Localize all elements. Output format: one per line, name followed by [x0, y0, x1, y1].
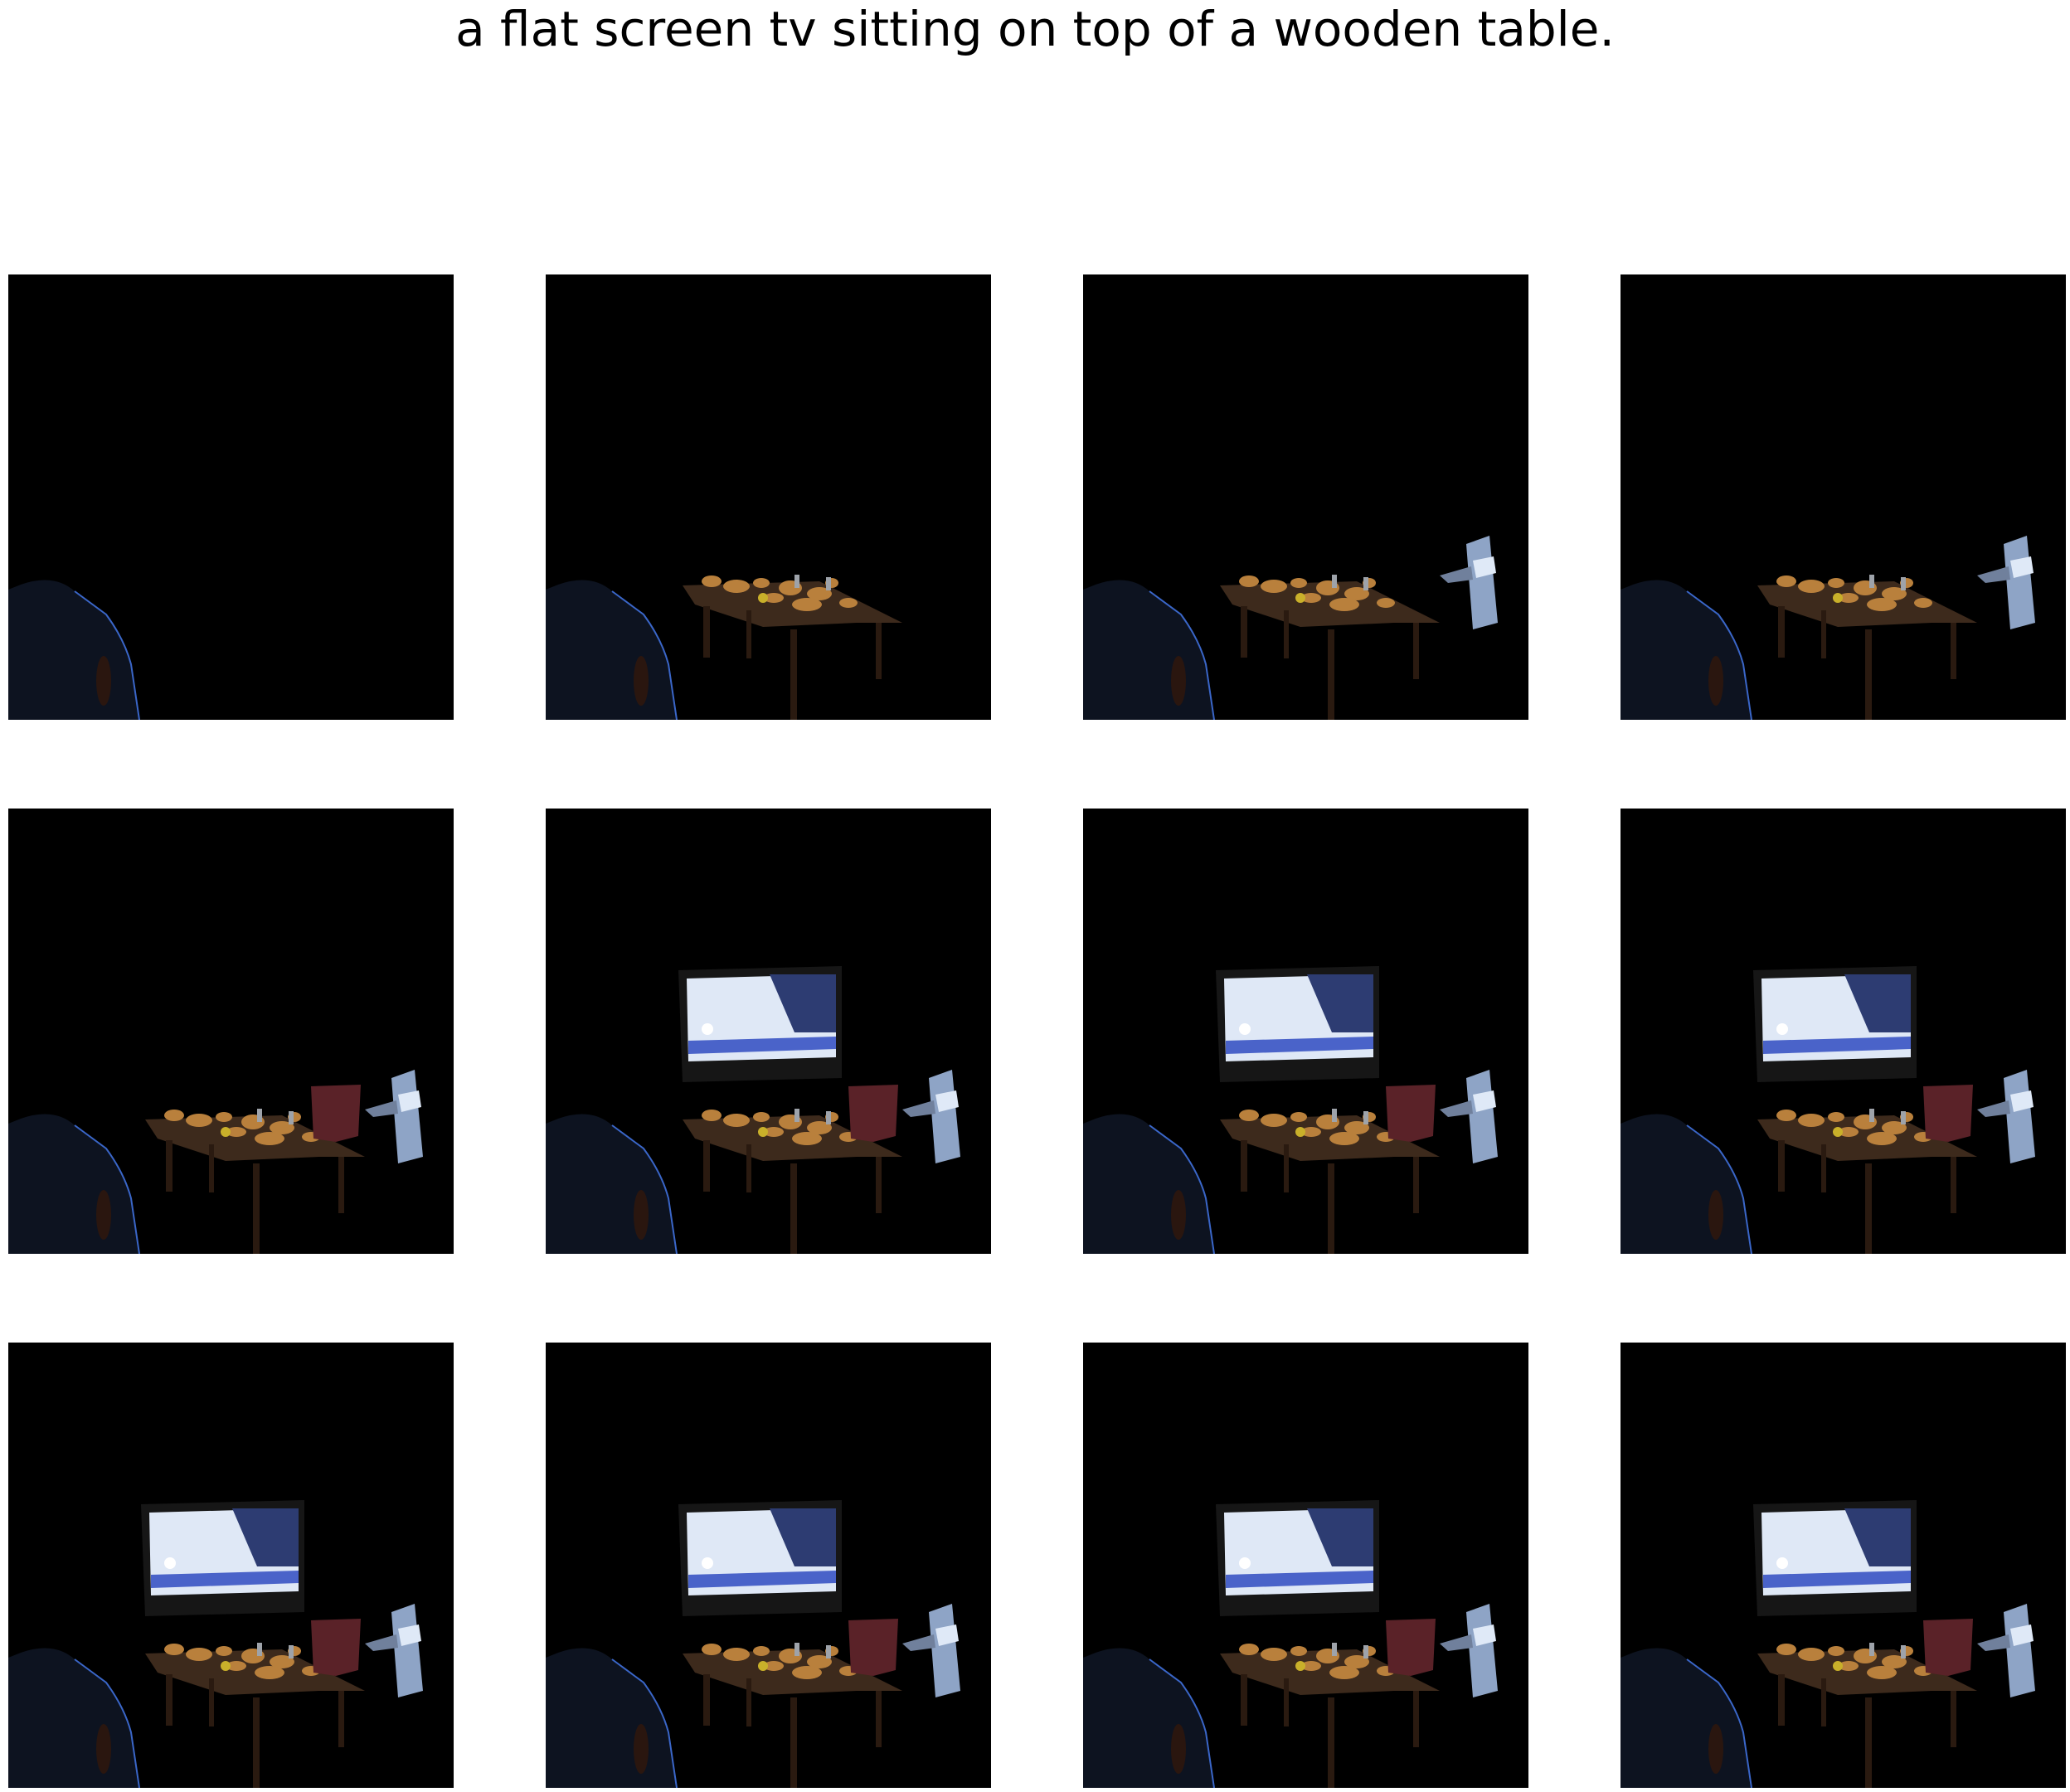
frame-image: [546, 1343, 991, 1788]
frame-image: [546, 274, 991, 720]
frame-image: [1621, 809, 2066, 1254]
frame-grid: [0, 0, 2070, 1792]
frame-image: [1621, 274, 2066, 720]
frame-2: [546, 274, 991, 720]
red-chair-shape: [311, 1085, 361, 1142]
frame-7: [1083, 809, 1528, 1254]
tv-shape: [1216, 966, 1379, 1082]
frame-1: [8, 274, 454, 720]
red-chair-shape: [1386, 1085, 1436, 1142]
red-chair-shape: [1923, 1085, 1973, 1142]
frame-8: [1621, 809, 2066, 1254]
tv-shape: [678, 1500, 842, 1616]
frame-image: [546, 809, 991, 1254]
frame-12: [1621, 1343, 2066, 1788]
red-chair-shape: [311, 1619, 361, 1676]
frame-image: [8, 1343, 454, 1788]
frame-image: [8, 809, 454, 1254]
tv-shape: [1753, 966, 1917, 1082]
frame-11: [1083, 1343, 1528, 1788]
red-chair-shape: [1923, 1619, 1973, 1676]
frame-image: [1083, 274, 1528, 720]
frame-6: [546, 809, 991, 1254]
frame-image: [1621, 1343, 2066, 1788]
frame-5: [8, 809, 454, 1254]
tv-shape: [678, 966, 842, 1082]
tv-shape: [1753, 1500, 1917, 1616]
frame-9: [8, 1343, 454, 1788]
frame-4: [1621, 274, 2066, 720]
tv-shape: [1216, 1500, 1379, 1616]
frame-10: [546, 1343, 991, 1788]
frame-image: [8, 274, 454, 720]
red-chair-shape: [848, 1619, 898, 1676]
frame-3: [1083, 274, 1528, 720]
tv-shape: [141, 1500, 304, 1616]
red-chair-shape: [848, 1085, 898, 1142]
frame-image: [1083, 1343, 1528, 1788]
frame-image: [1083, 809, 1528, 1254]
red-chair-shape: [1386, 1619, 1436, 1676]
